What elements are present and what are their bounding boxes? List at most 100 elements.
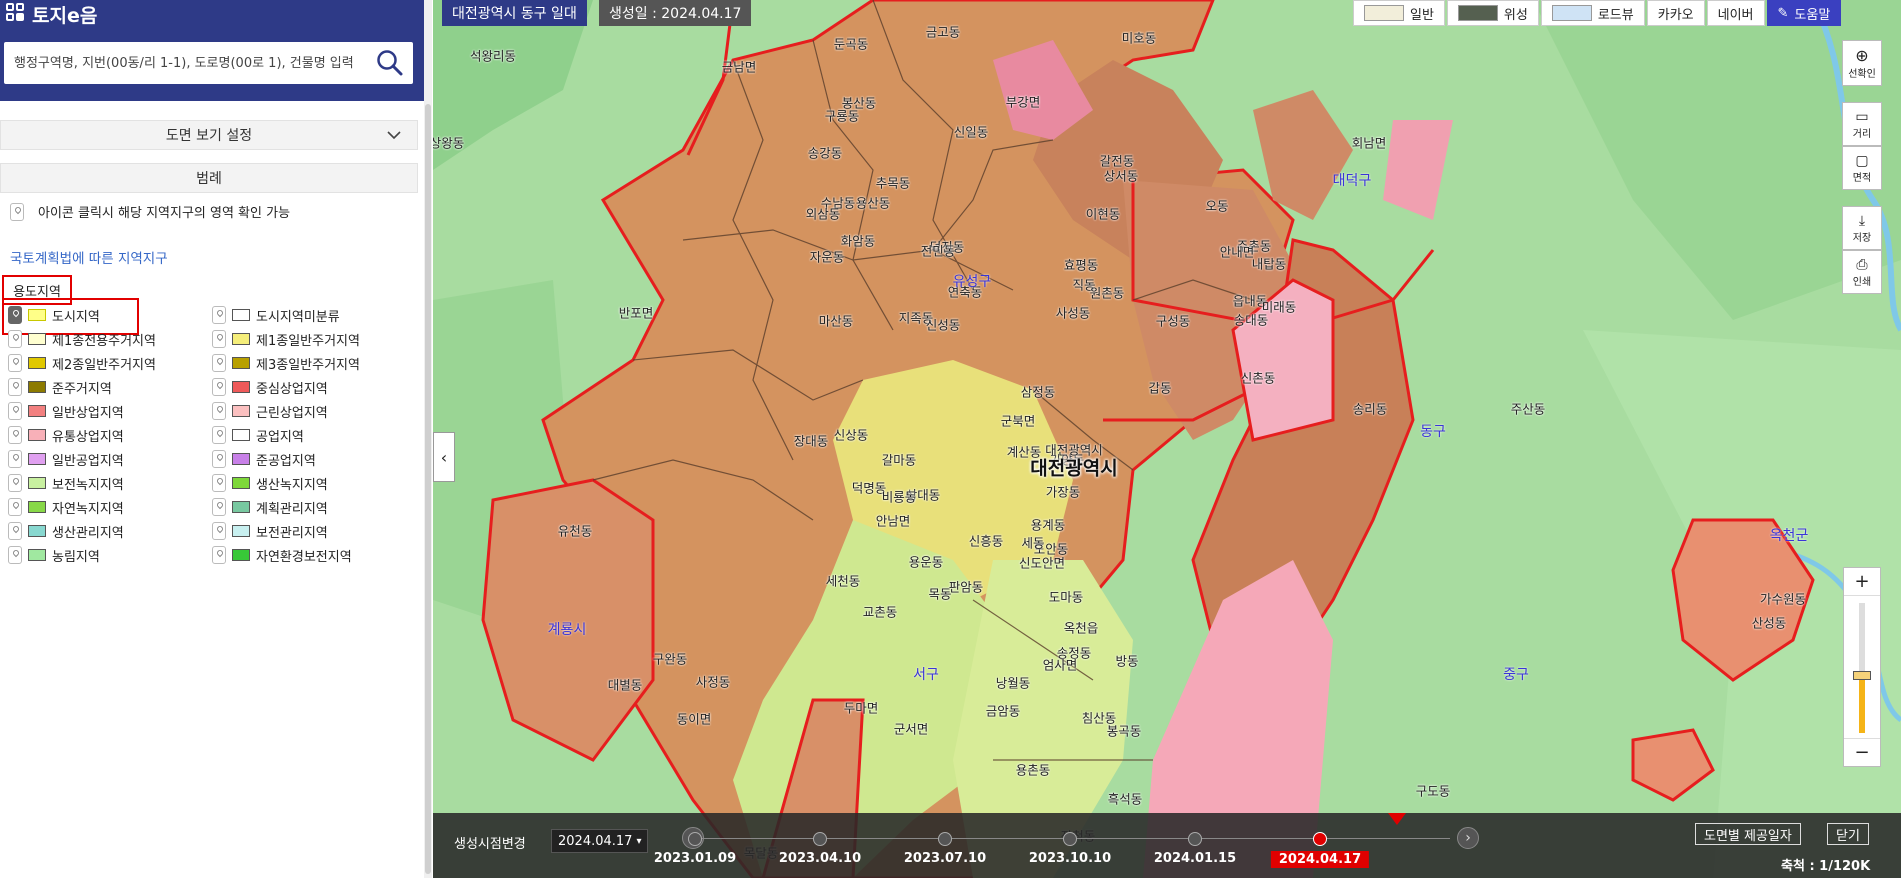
select-tool-button[interactable]: ⊕ 선확인: [1842, 40, 1882, 86]
zoom-fill: [1859, 674, 1865, 733]
zone-item[interactable]: 일반상업지역: [8, 401, 124, 421]
collapse-panel-button[interactable]: ‹: [433, 432, 455, 482]
pin-icon[interactable]: [8, 450, 22, 468]
pin-icon[interactable]: [212, 354, 226, 372]
place-label: 구도동: [1415, 783, 1451, 799]
pin-icon[interactable]: [8, 378, 22, 396]
place-label: 외삼동: [805, 206, 841, 222]
map-canvas[interactable]: 석왕리동 금고동 미호동 둔곡동 금남면 부강면 구룡동 봉산동 상왕동 추목동 신일동 송강동 갈전동…: [433, 0, 1901, 878]
zone-color-swatch: [232, 549, 250, 561]
basemap-roadview-button[interactable]: 로드뷰: [1540, 0, 1645, 26]
zoom-in-button[interactable]: +: [1844, 568, 1880, 596]
timeline-tick[interactable]: [688, 832, 702, 846]
zone-item[interactable]: 계획관리지역: [212, 497, 328, 517]
area-tool-button[interactable]: ▢ 면적: [1842, 146, 1882, 190]
place-label: 원촌동: [1089, 285, 1125, 301]
pin-icon[interactable]: [212, 474, 226, 492]
help-button[interactable]: ✎ 도움말: [1766, 0, 1842, 26]
zone-label: 계획관리지역: [256, 501, 328, 517]
zone-item[interactable]: 농림지역: [8, 545, 100, 565]
provide-date-button[interactable]: 도면별 제공일자: [1695, 823, 1801, 845]
scrollbar-thumb[interactable]: [425, 104, 431, 874]
zone-item[interactable]: 일반공업지역: [8, 449, 124, 469]
timeline-tick[interactable]: [813, 832, 827, 846]
pin-icon[interactable]: [212, 330, 226, 348]
pin-icon[interactable]: [8, 306, 22, 324]
pin-icon[interactable]: [8, 354, 22, 372]
pin-icon[interactable]: [8, 426, 22, 444]
zone-item[interactable]: 제1종일반주거지역: [212, 329, 360, 349]
pin-icon[interactable]: [212, 426, 226, 444]
pin-icon[interactable]: [8, 498, 22, 516]
zone-label: 공업지역: [256, 429, 304, 445]
pin-icon[interactable]: [212, 306, 226, 324]
header: 토지e음: [0, 0, 424, 101]
search-icon[interactable]: [375, 48, 405, 78]
print-tool-button[interactable]: ⎙ 인쇄: [1842, 250, 1882, 294]
pin-icon[interactable]: [8, 546, 22, 564]
timeline-tick[interactable]: [938, 832, 952, 846]
place-label: 용산동: [855, 195, 891, 211]
timeline-date-label[interactable]: 2024.04.17: [1270, 851, 1370, 868]
zone-item[interactable]: 중심상업지역: [212, 377, 328, 397]
pin-icon[interactable]: [8, 402, 22, 420]
zone-item[interactable]: 유통상업지역: [8, 425, 124, 445]
panel-scrollbar[interactable]: [424, 0, 432, 878]
view-settings-toggle[interactable]: 도면 보기 설정: [0, 120, 418, 150]
pin-icon[interactable]: [212, 378, 226, 396]
pin-icon[interactable]: [212, 450, 226, 468]
place-label: 용운동: [908, 554, 944, 570]
timeline-date-label[interactable]: 2023.01.09: [654, 851, 736, 866]
basemap-naver-button[interactable]: 네이버: [1706, 0, 1765, 26]
zone-item[interactable]: 보전녹지지역: [8, 473, 124, 493]
timeline-date-select[interactable]: 2024.04.17 ▾: [551, 829, 649, 853]
zone-item[interactable]: 근린상업지역: [212, 401, 328, 421]
timeline-next-button[interactable]: ›: [1457, 827, 1479, 849]
pin-icon[interactable]: [8, 330, 22, 348]
zone-item[interactable]: 생산관리지역: [8, 521, 124, 541]
place-label: 방동: [1115, 653, 1139, 669]
zoom-out-button[interactable]: −: [1844, 738, 1880, 766]
zone-item[interactable]: 제2종일반주거지역: [8, 353, 156, 373]
distance-tool-button[interactable]: ▭ 거리: [1842, 102, 1882, 146]
search-input[interactable]: [14, 42, 370, 84]
timeline-date-label[interactable]: 2023.04.10: [779, 851, 861, 866]
basemap-satellite-button[interactable]: 위성: [1446, 0, 1539, 26]
pin-icon[interactable]: [212, 546, 226, 564]
save-tool-button[interactable]: ⤓ 저장: [1842, 206, 1882, 250]
close-timeline-button[interactable]: 닫기: [1827, 823, 1869, 845]
zone-item[interactable]: 도시지역미분류: [212, 305, 340, 325]
timeline-date-label[interactable]: 2023.10.10: [1029, 851, 1111, 866]
place-label: 금암동: [985, 703, 1021, 719]
basemap-kakao-button[interactable]: 카카오: [1646, 0, 1705, 26]
timeline-date-label[interactable]: 2024.01.15: [1154, 851, 1236, 866]
timeline-tick[interactable]: [1063, 832, 1077, 846]
zone-item[interactable]: 도시지역: [8, 305, 100, 325]
zone-item[interactable]: 생산녹지지역: [212, 473, 328, 493]
pin-icon[interactable]: [212, 498, 226, 516]
zone-item[interactable]: 준주거지역: [8, 377, 112, 397]
timeline-date-label[interactable]: 2023.07.10: [904, 851, 986, 866]
pin-icon[interactable]: [212, 522, 226, 540]
pin-icon[interactable]: [8, 522, 22, 540]
place-label: 내탑동: [1251, 256, 1287, 272]
place-label: 이현동: [1085, 206, 1121, 222]
zone-item[interactable]: 보전관리지역: [212, 521, 328, 541]
timeline-tick[interactable]: [1313, 832, 1327, 846]
zoom-handle[interactable]: [1853, 670, 1871, 680]
city-label: 대전광역시: [1030, 457, 1118, 480]
district-label: 옥천군: [1769, 528, 1809, 544]
zone-item[interactable]: 준공업지역: [212, 449, 316, 469]
zone-item[interactable]: 자연환경보전지역: [212, 545, 352, 565]
zone-item[interactable]: 제1종전용주거지역: [8, 329, 156, 349]
zone-item[interactable]: 자연녹지지역: [8, 497, 124, 517]
logo[interactable]: 토지e음: [6, 2, 97, 27]
timeline-tick[interactable]: [1188, 832, 1202, 846]
basemap-general-button[interactable]: 일반: [1353, 0, 1445, 26]
place-label: 세동: [1021, 535, 1045, 551]
zone-item[interactable]: 제3종일반주거지역: [212, 353, 360, 373]
zone-item[interactable]: 공업지역: [212, 425, 304, 445]
pin-icon[interactable]: [8, 474, 22, 492]
place-label: 가장동: [1045, 484, 1081, 500]
pin-icon[interactable]: [212, 402, 226, 420]
